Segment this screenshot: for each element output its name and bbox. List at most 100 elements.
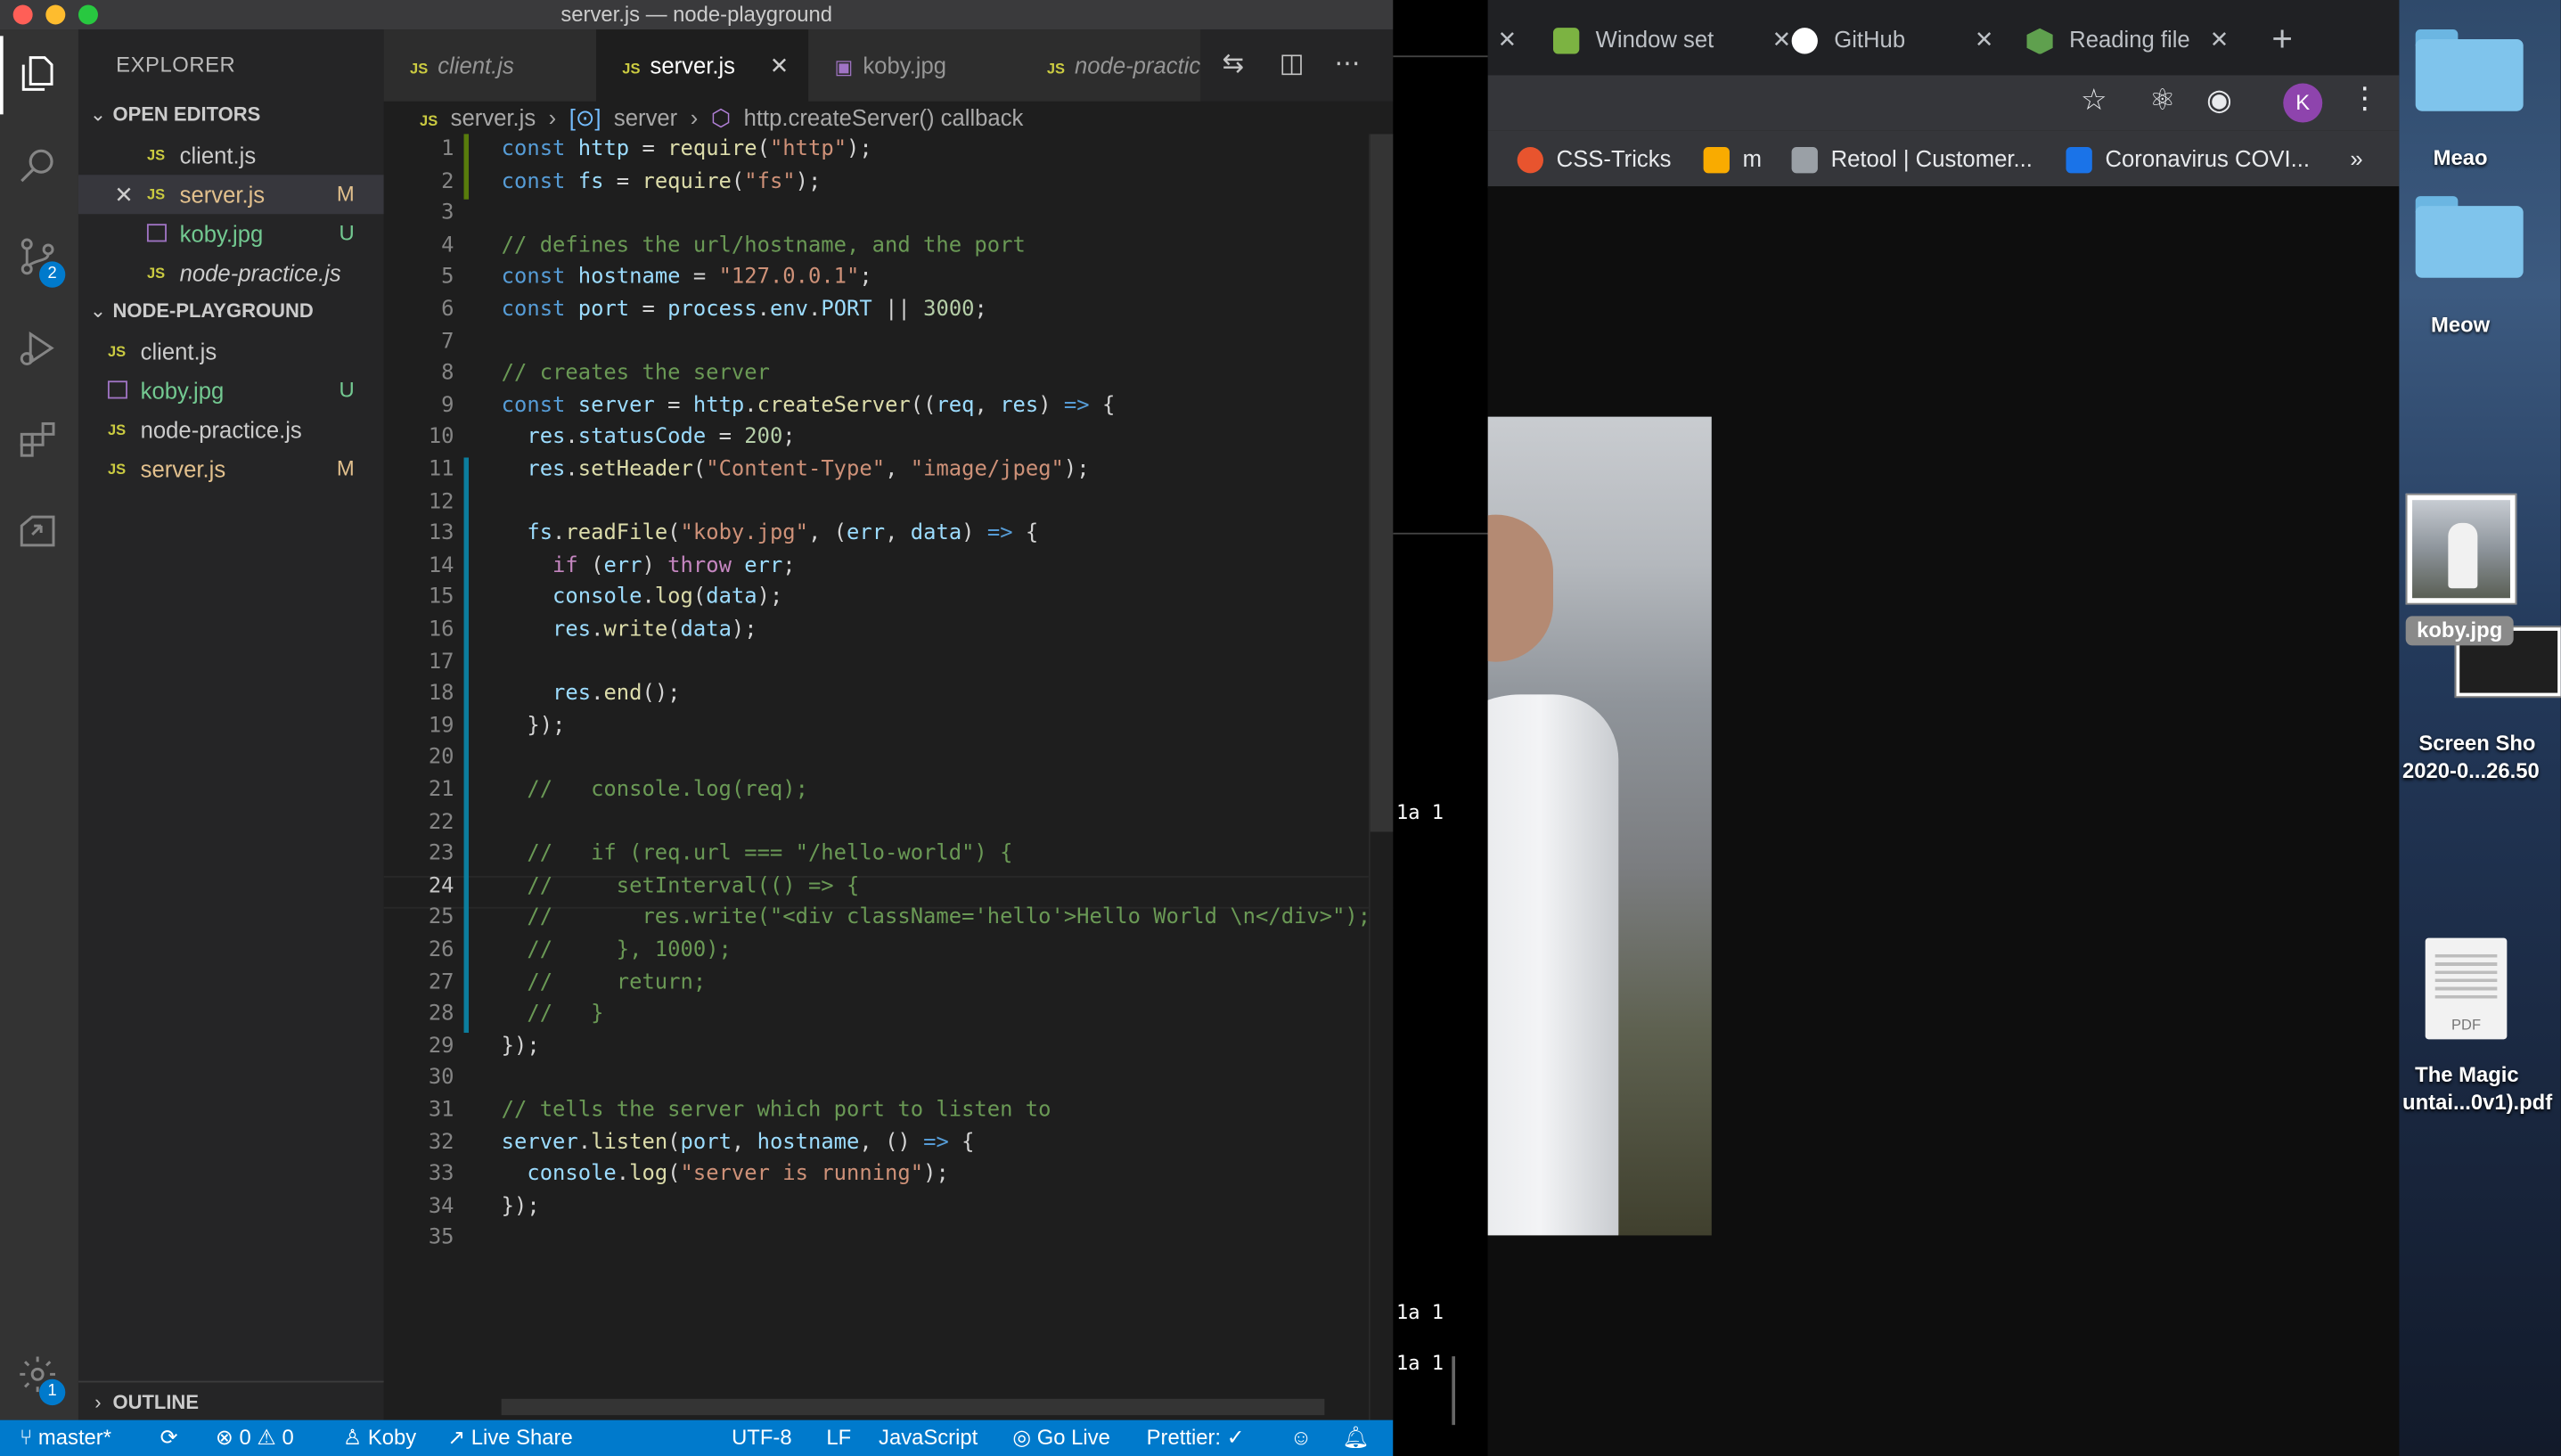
code-line[interactable]: // return; (502, 967, 706, 1000)
code-line[interactable]: // tells the server which port to listen… (502, 1095, 1051, 1128)
notifications-bell-icon[interactable]: 🔔︎ (1343, 1420, 1370, 1456)
language-indicator[interactable]: JavaScript (879, 1420, 978, 1456)
tab-close-icon[interactable]: ✕ (1772, 13, 1792, 66)
sync-icon[interactable]: ⟳ (160, 1420, 178, 1456)
breadcrumb-file[interactable]: server.js (451, 104, 536, 130)
tab-close-icon[interactable]: ✕ (1975, 13, 1994, 66)
chrome-tab-reading-file[interactable]: Reading file ✕ (2026, 13, 2239, 66)
bookmark-star-icon[interactable]: ☆ (2081, 84, 2107, 119)
code-line[interactable]: // console.log(req); (502, 774, 808, 807)
open-editor-item[interactable]: JS node-practice.js (78, 253, 384, 292)
code-line[interactable]: console.log("server is running"); (502, 1159, 948, 1192)
zoom-window-button[interactable] (78, 4, 98, 25)
new-tab-plus-icon[interactable]: + (2271, 13, 2293, 66)
code-line[interactable]: // creates the server (502, 358, 770, 391)
account-indicator[interactable]: ♙ Koby (343, 1420, 416, 1456)
folder-icon[interactable] (2415, 26, 2524, 111)
bookmark-retool[interactable]: Retool | Customer... (1791, 131, 2033, 186)
more-actions-icon[interactable]: ⋯ (1331, 49, 1364, 82)
chrome-tab-window-settings[interactable]: Window set ✕ (1552, 13, 1798, 66)
desktop-file-koby[interactable]: koby.jpg (2405, 616, 2514, 646)
code-line[interactable]: }); (502, 710, 565, 743)
live-share-activity-icon[interactable] (0, 494, 78, 572)
code-line[interactable]: // res.write("<div className='hello'>Hel… (502, 903, 1371, 936)
source-control-icon[interactable]: 2 (0, 219, 78, 298)
problems-indicator[interactable]: ⊗ 0 ⚠ 0 (216, 1420, 294, 1456)
code-line[interactable]: // }, 1000); (502, 935, 732, 968)
tab-close-icon[interactable]: ✕ (2210, 13, 2230, 66)
react-devtools-icon[interactable]: ⚛ (2149, 84, 2176, 119)
tab-client-js[interactable]: JS client.js (383, 29, 596, 102)
feedback-icon[interactable]: ☺ (1290, 1420, 1312, 1456)
folder-icon[interactable] (2415, 192, 2524, 278)
desktop-file-pdf-line2[interactable]: untai...0v1).pdf (2402, 1088, 2561, 1116)
outline-section[interactable]: › OUTLINE (78, 1380, 384, 1422)
desktop-folder-meao[interactable]: Meao (2399, 143, 2541, 171)
code-line[interactable]: res.statusCode = 200; (502, 422, 795, 455)
minimize-window-button[interactable] (45, 4, 66, 25)
chrome-tab-github[interactable]: GitHub ✕ (1791, 13, 2004, 66)
code-line[interactable]: const fs = require("fs"); (502, 166, 822, 199)
code-line[interactable]: // } (502, 999, 603, 1032)
close-icon[interactable]: ✕ (770, 29, 790, 102)
code-line[interactable]: server.listen(port, hostname, () => { (502, 1127, 975, 1160)
horizontal-scrollbar[interactable] (501, 1398, 1325, 1416)
code-line[interactable]: res.end(); (502, 678, 680, 711)
code-line[interactable]: const http = require("http"); (502, 134, 872, 167)
chrome-menu-icon[interactable]: ⋮ (2350, 82, 2379, 117)
go-live-button[interactable]: ◎ Go Live (1012, 1420, 1110, 1456)
bookmark-coronavirus[interactable]: Coronavirus COVI... (2066, 131, 2310, 186)
extensions-icon[interactable] (0, 402, 78, 480)
image-thumbnail-icon[interactable] (2405, 493, 2517, 605)
tab-server-js[interactable]: JS server.js ✕ (595, 29, 809, 102)
code-line[interactable]: fs.readFile("koby.jpg", (err, data) => { (502, 519, 1038, 552)
file-tree-item[interactable]: JS node-practice.js (78, 410, 384, 449)
code-editor[interactable]: 1 2 3 4 5 6 7 8 9 10 11 12 13 14 15 16 17 18 19 20 21 22 23 24 2… (383, 134, 1394, 1420)
code-line[interactable]: res.write(data); (502, 615, 757, 648)
split-editor-icon[interactable]: ◫ (1275, 49, 1308, 82)
desktop-file-screenshot-line2[interactable]: 2020-0...26.50 (2402, 757, 2561, 784)
desktop-folder-meow[interactable]: Meow (2399, 310, 2541, 338)
open-editor-item[interactable]: ✕ JS server.js M (78, 175, 384, 215)
more-bookmarks-chevron-icon[interactable]: » (2350, 131, 2362, 186)
code-line[interactable]: res.setHeader("Content-Type", "image/jpe… (502, 454, 1089, 487)
open-editors-header[interactable]: ⌄ OPEN EDITORS (78, 96, 384, 132)
code-line[interactable]: const port = process.env.PORT || 3000; (502, 294, 987, 327)
breadcrumb-symbol[interactable]: server (614, 104, 677, 130)
browser-viewport[interactable] (1487, 186, 2400, 1456)
settings-gear-icon[interactable]: 1 (0, 1337, 78, 1415)
desktop-file-pdf-line1[interactable]: The Magic (2399, 1060, 2548, 1088)
pdf-file-icon[interactable]: PDF (2425, 937, 2508, 1040)
code-line[interactable]: // if (req.url === "/hello-world") { (502, 838, 1012, 871)
branch-indicator[interactable]: ⑂ master* (20, 1420, 111, 1456)
file-tree-item[interactable]: JS server.js M (78, 449, 384, 488)
file-tree-item[interactable]: koby.jpg U (78, 371, 384, 410)
profile-avatar[interactable]: K (2283, 83, 2323, 123)
code-line[interactable]: }); (502, 1191, 540, 1224)
code-line[interactable]: if (err) throw err; (502, 551, 796, 584)
code-line[interactable]: }); (502, 1031, 540, 1064)
breadcrumb-callback[interactable]: http.createServer() callback (744, 104, 1024, 130)
file-tree-item[interactable]: JS client.js (78, 331, 384, 371)
vertical-scrollbar[interactable] (1368, 134, 1394, 1420)
close-icon[interactable]: ✕ (114, 175, 134, 214)
terminal-window[interactable]: 1a 1 1a 1 1a 1 (1393, 0, 1488, 1456)
code-line[interactable]: const server = http.createServer((req, r… (502, 390, 1116, 423)
prettier-indicator[interactable]: Prettier: ✓ (1147, 1420, 1245, 1456)
code-line[interactable]: // setInterval(() => { (502, 871, 859, 904)
run-debug-icon[interactable] (0, 310, 78, 389)
close-window-button[interactable] (12, 4, 33, 25)
tab-node-practice-js[interactable]: JS node-practice.js (1020, 29, 1201, 102)
extension-target-icon[interactable]: ◉ (2206, 84, 2232, 119)
open-editor-item[interactable]: JS client.js (78, 135, 384, 175)
project-header[interactable]: ⌄ NODE-PLAYGROUND (78, 292, 384, 328)
live-share-button[interactable]: ↗ Live Share (447, 1420, 573, 1456)
tab-koby-jpg[interactable]: ▣ koby.jpg (808, 29, 1021, 102)
address-bar[interactable] (1488, 75, 1994, 124)
bookmark-css-tricks[interactable]: CSS-Tricks (1517, 131, 1671, 186)
open-editor-item[interactable]: koby.jpg U (78, 214, 384, 253)
code-line[interactable]: console.log(data); (502, 583, 782, 616)
code-line[interactable]: const hostname = "127.0.0.1"; (502, 262, 872, 295)
desktop-file-screenshot-line1[interactable]: Screen Sho (2418, 729, 2560, 757)
explorer-icon[interactable] (0, 36, 78, 115)
